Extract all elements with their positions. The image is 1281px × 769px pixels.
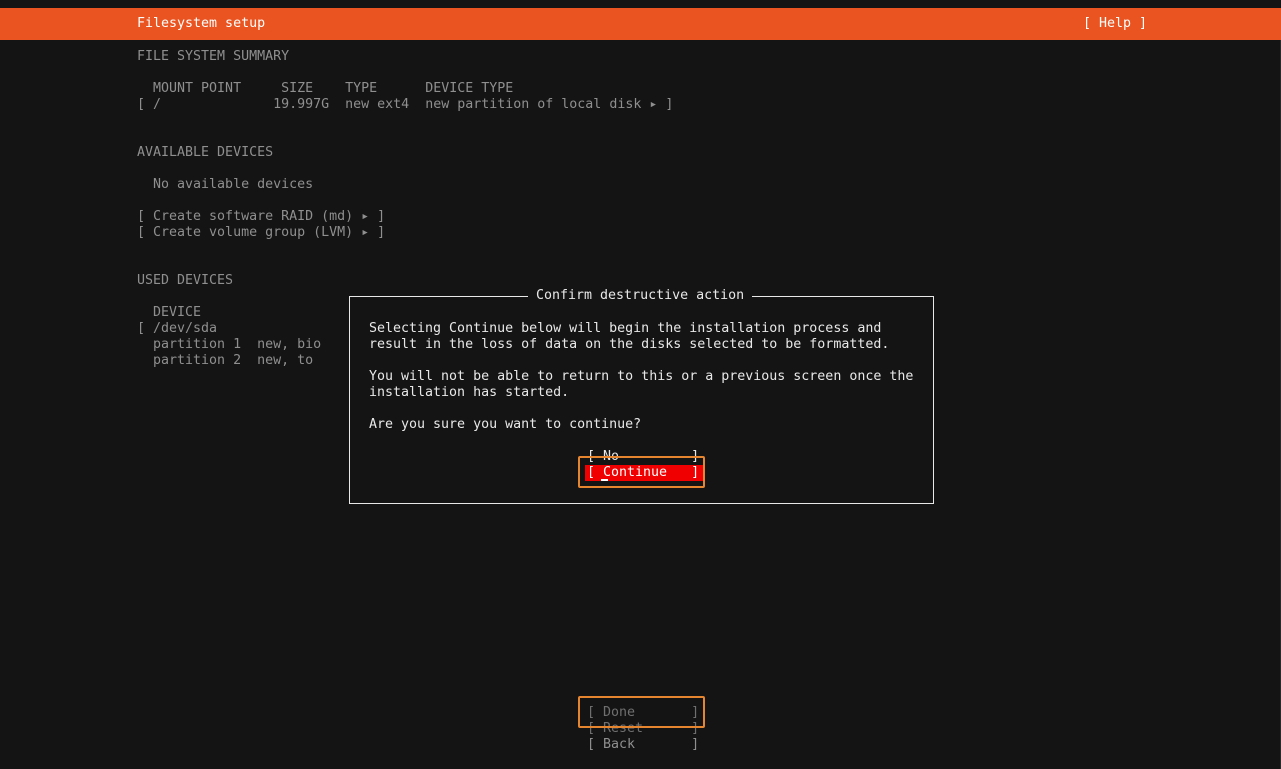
continue-highlight-box xyxy=(578,456,705,488)
dialog-question: Are you sure you want to continue? xyxy=(369,417,642,432)
used-device-partition-2[interactable]: partition 2 new, to xyxy=(137,353,313,369)
summary-column-headers: MOUNT POINT SIZE TYPE DEVICE TYPE xyxy=(137,81,514,96)
dialog-message-line: result in the loss of data on the disks … xyxy=(369,337,890,352)
create-lvm-button[interactable]: [ Create volume group (LVM) ▸ ] xyxy=(137,225,385,241)
available-devices-heading: AVAILABLE DEVICES xyxy=(137,145,274,160)
used-devices-heading: USED DEVICES xyxy=(137,273,234,288)
dialog-message-line: You will not be able to return to this o… xyxy=(369,369,914,384)
dialog-message-line: installation has started. xyxy=(369,385,570,400)
back-button[interactable]: [ Back ] xyxy=(587,737,699,753)
summary-heading: FILE SYSTEM SUMMARY xyxy=(137,49,290,64)
top-strip xyxy=(0,0,1281,8)
done-highlight-box xyxy=(578,696,705,728)
no-available-devices-text: No available devices xyxy=(137,177,314,192)
used-device-partition-1[interactable]: partition 1 new, bio xyxy=(137,337,321,353)
dialog-message-line: Selecting Continue below will begin the … xyxy=(369,321,882,336)
help-button[interactable]: [ Help ] xyxy=(1083,16,1147,32)
title-bar: Filesystem setup [ Help ] xyxy=(0,8,1281,40)
create-raid-button[interactable]: [ Create software RAID (md) ▸ ] xyxy=(137,209,385,225)
page-title: Filesystem setup xyxy=(137,16,266,31)
used-devices-column-header: DEVICE xyxy=(137,305,202,320)
dialog-title: Confirm destructive action xyxy=(528,288,753,304)
used-device-sda[interactable]: [ /dev/sda xyxy=(137,321,217,337)
summary-row-root[interactable]: [ / 19.997G new ext4 new partition of lo… xyxy=(137,97,673,113)
